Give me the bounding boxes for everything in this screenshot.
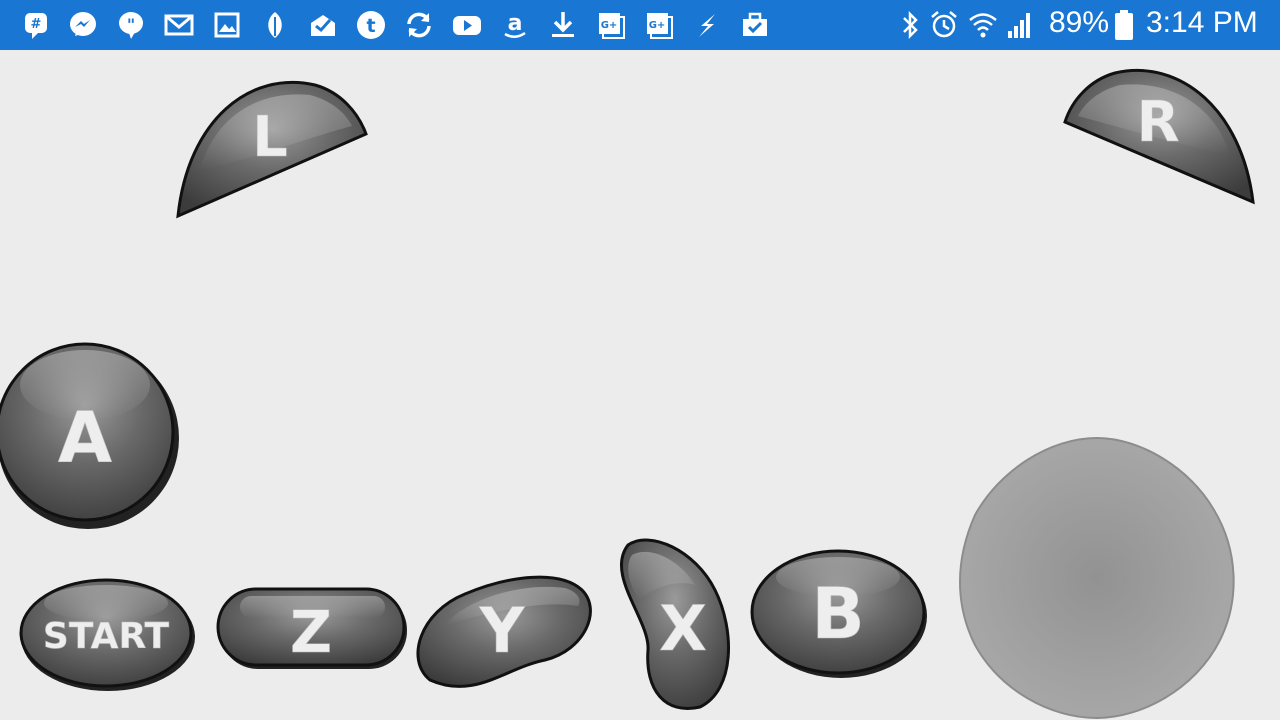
briefcase-check-icon bbox=[743, 12, 767, 36]
svg-text:G+: G+ bbox=[649, 20, 666, 31]
svg-text:G+: G+ bbox=[601, 20, 618, 31]
l-button-label: L bbox=[252, 105, 288, 170]
battery-icon bbox=[1115, 10, 1133, 40]
b-button[interactable]: B bbox=[750, 549, 927, 678]
svg-text:a: a bbox=[508, 11, 523, 36]
start-button[interactable]: START bbox=[19, 578, 195, 691]
hangouts-icon: # bbox=[25, 13, 47, 39]
bluetooth-icon bbox=[903, 10, 918, 40]
x-button-label: X bbox=[659, 592, 707, 665]
amazon-icon: a bbox=[504, 11, 526, 38]
lightning-icon bbox=[699, 14, 715, 37]
start-button-label: START bbox=[43, 616, 170, 657]
youtube-icon bbox=[453, 16, 481, 35]
clock: 3:14 PM bbox=[1146, 6, 1258, 39]
x-button[interactable]: X bbox=[620, 538, 730, 710]
svg-text:": " bbox=[127, 15, 135, 34]
battery-percentage: 89% bbox=[1049, 6, 1110, 39]
a-button[interactable]: A bbox=[0, 342, 179, 529]
messenger-icon bbox=[70, 12, 96, 36]
inbox-icon bbox=[311, 15, 335, 36]
z-button[interactable]: Z bbox=[216, 587, 407, 669]
sprout-icon bbox=[268, 12, 282, 38]
analog-stick[interactable] bbox=[959, 436, 1235, 720]
quotes-icon: " bbox=[119, 12, 143, 39]
google-plus-icon: G+ bbox=[647, 13, 673, 39]
tumblr-icon: t bbox=[357, 11, 385, 39]
alarm-icon bbox=[931, 11, 957, 38]
y-button[interactable]: Y bbox=[416, 575, 592, 688]
a-button-label: A bbox=[58, 397, 112, 479]
sync-icon bbox=[407, 12, 431, 38]
status-bar: # " t a G+ G+ 89% 3:14 PM bbox=[0, 0, 1280, 50]
z-button-label: Z bbox=[290, 598, 332, 666]
r-button-label: R bbox=[1136, 90, 1179, 155]
r-shoulder-button[interactable]: R bbox=[1063, 68, 1255, 205]
svg-text:#: # bbox=[31, 17, 42, 32]
download-icon bbox=[552, 12, 574, 37]
l-shoulder-button[interactable]: L bbox=[176, 80, 368, 219]
mail-icon bbox=[164, 14, 194, 36]
y-button-label: Y bbox=[479, 594, 526, 667]
signal-icon bbox=[1008, 13, 1030, 38]
wifi-icon bbox=[969, 13, 997, 38]
svg-text:t: t bbox=[366, 15, 375, 37]
b-button-label: B bbox=[811, 573, 864, 655]
google-plus-icon: G+ bbox=[599, 13, 625, 39]
gallery-icon bbox=[214, 12, 240, 38]
gamepad-overlay: L R A START Z Y X B bbox=[0, 68, 1255, 720]
